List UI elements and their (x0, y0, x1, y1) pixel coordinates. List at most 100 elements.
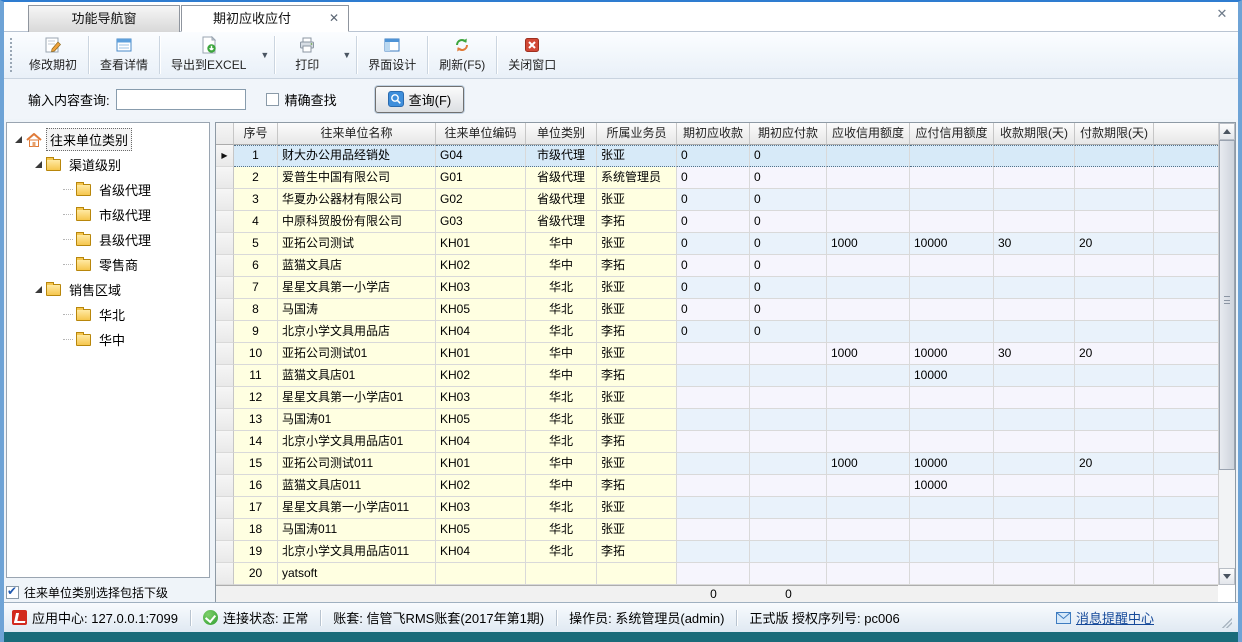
grid-cell[interactable]: 张亚 (597, 519, 677, 541)
grid-cell[interactable]: 华北 (526, 387, 597, 409)
row-indicator[interactable] (216, 233, 234, 255)
grid-cell[interactable]: 华中 (526, 475, 597, 497)
grid-cell[interactable] (750, 365, 827, 387)
grid-cell[interactable]: 张亚 (597, 387, 677, 409)
grid-cell[interactable] (910, 321, 994, 343)
grid-cell[interactable] (827, 277, 910, 299)
grid-cell[interactable]: 0 (677, 233, 750, 255)
scroll-down-button[interactable] (1219, 568, 1235, 585)
grid-cell[interactable]: 亚拓公司测试011 (278, 453, 436, 475)
grid-cell[interactable]: KH01 (436, 343, 526, 365)
grid-cell[interactable] (1075, 387, 1154, 409)
grid-cell[interactable] (677, 497, 750, 519)
grid-cell[interactable] (1075, 255, 1154, 277)
grid-cell[interactable] (827, 145, 910, 167)
tree-item-root[interactable]: 往来单位类别 (7, 127, 209, 152)
tab-close-icon[interactable]: ✕ (327, 11, 341, 25)
tree-item-north-china[interactable]: 华北 (7, 302, 209, 327)
grid-cell[interactable] (910, 497, 994, 519)
grid-cell[interactable]: 马国涛011 (278, 519, 436, 541)
tree-item-channel-level[interactable]: 渠道级别 (7, 152, 209, 177)
grid-cell[interactable] (827, 189, 910, 211)
grid-cell[interactable]: 张亚 (597, 453, 677, 475)
grid-cell[interactable]: KH03 (436, 277, 526, 299)
resize-grip-icon[interactable] (1222, 618, 1232, 628)
window-close-icon[interactable]: ✕ (1214, 6, 1230, 22)
column-header[interactable]: 序号 (234, 123, 278, 145)
grid-cell[interactable] (1075, 563, 1154, 585)
grid-cell[interactable] (994, 541, 1075, 563)
grid-cell[interactable] (1075, 299, 1154, 321)
row-indicator[interactable] (216, 277, 234, 299)
grid-cell[interactable] (827, 431, 910, 453)
grid-cell[interactable] (994, 563, 1075, 585)
grid-cell[interactable] (827, 541, 910, 563)
grid-cell[interactable] (1075, 189, 1154, 211)
grid-cell[interactable]: 张亚 (597, 409, 677, 431)
tree-item-city-agent[interactable]: 市级代理 (7, 202, 209, 227)
grid-cell[interactable]: 省级代理 (526, 211, 597, 233)
table-row[interactable]: 17星星文具第一小学店011KH03华北张亚 (216, 497, 1218, 519)
grid-cell[interactable]: KH02 (436, 365, 526, 387)
grid-cell[interactable]: 马国涛01 (278, 409, 436, 431)
column-header[interactable]: 收款期限(天) (994, 123, 1075, 145)
grid-cell[interactable] (1075, 519, 1154, 541)
grid-cell[interactable]: KH04 (436, 431, 526, 453)
print-dropdown-arrow-icon[interactable]: ▼ (338, 32, 355, 78)
edit-initial-button[interactable]: 修改期初 (19, 32, 87, 78)
grid-cell[interactable]: 0 (750, 321, 827, 343)
grid-cell[interactable]: 华北 (526, 431, 597, 453)
grid-cell[interactable]: G03 (436, 211, 526, 233)
table-row[interactable]: 3华夏办公器材有限公司G02省级代理张亚00 (216, 189, 1218, 211)
grid-cell[interactable] (677, 431, 750, 453)
table-row[interactable]: 4中原科贸股份有限公司G03省级代理李拓00 (216, 211, 1218, 233)
grid-cell[interactable]: 北京小学文具用品店 (278, 321, 436, 343)
grid-cell[interactable]: 亚拓公司测试01 (278, 343, 436, 365)
grid-cell[interactable] (994, 211, 1075, 233)
grid-cell[interactable] (910, 563, 994, 585)
grid-cell[interactable]: 李拓 (597, 475, 677, 497)
grid-cell[interactable] (750, 453, 827, 475)
grid-cell[interactable]: 张亚 (597, 497, 677, 519)
grid-cell[interactable]: KH05 (436, 299, 526, 321)
grid-cell[interactable]: 李拓 (597, 211, 677, 233)
tree-item-sales-region[interactable]: 销售区域 (7, 277, 209, 302)
query-button[interactable]: 查询(F) (375, 86, 465, 113)
grid-cell[interactable]: 亚拓公司测试 (278, 233, 436, 255)
column-header[interactable]: 期初应收款 (677, 123, 750, 145)
grid-cell[interactable]: 张亚 (597, 277, 677, 299)
column-header[interactable]: 往来单位编码 (436, 123, 526, 145)
grid-cell[interactable]: 1 (234, 145, 278, 167)
grid-cell[interactable]: 李拓 (597, 431, 677, 453)
table-row[interactable]: 14北京小学文具用品店01KH04华北李拓 (216, 431, 1218, 453)
grid-cell[interactable]: 15 (234, 453, 278, 475)
grid-cell[interactable] (526, 563, 597, 585)
grid-cell[interactable] (910, 541, 994, 563)
column-header[interactable]: 应收信用额度 (827, 123, 910, 145)
grid-cell[interactable] (827, 321, 910, 343)
grid-cell[interactable] (910, 409, 994, 431)
grid-cell[interactable]: 0 (750, 299, 827, 321)
grid-cell[interactable] (750, 497, 827, 519)
tab-function-nav[interactable]: 功能导航窗 (28, 5, 180, 32)
grid-cell[interactable] (677, 387, 750, 409)
grid-cell[interactable]: 14 (234, 431, 278, 453)
row-indicator[interactable]: ▶ (216, 145, 234, 167)
grid-cell[interactable]: 财大办公用品经销处 (278, 145, 436, 167)
tab-initial-receivable-payable[interactable]: 期初应收应付 ✕ (181, 5, 349, 32)
grid-cell[interactable]: G01 (436, 167, 526, 189)
grid-cell[interactable] (994, 299, 1075, 321)
table-row[interactable]: ▶1财大办公用品经销处G04市级代理张亚00 (216, 145, 1218, 167)
grid-cell[interactable]: KH04 (436, 321, 526, 343)
grid-cell[interactable]: 3 (234, 189, 278, 211)
grid-cell[interactable] (677, 519, 750, 541)
scrollbar-thumb[interactable] (1219, 140, 1235, 470)
grid-cell[interactable] (994, 453, 1075, 475)
close-window-button[interactable]: 关闭窗口 (498, 32, 566, 78)
grid-cell[interactable]: 华北 (526, 497, 597, 519)
grid-cell[interactable] (910, 189, 994, 211)
tree-item-province-agent[interactable]: 省级代理 (7, 177, 209, 202)
column-header[interactable]: 期初应付款 (750, 123, 827, 145)
grid-cell[interactable]: 张亚 (597, 145, 677, 167)
column-header[interactable]: 所属业务员 (597, 123, 677, 145)
